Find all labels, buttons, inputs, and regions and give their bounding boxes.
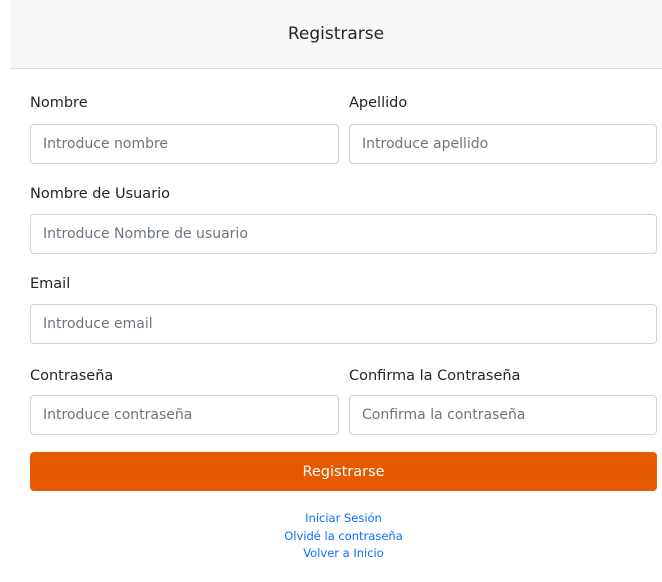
first-name-label: Nombre xyxy=(30,95,88,111)
last-name-label: Apellido xyxy=(349,95,408,111)
password-label: Contraseña xyxy=(30,368,114,384)
page-title: Registrarse xyxy=(287,24,385,44)
back-home-link[interactable]: Volver a Inicio xyxy=(30,545,657,563)
confirm-password-label: Confirma la Contraseña xyxy=(349,368,521,384)
password-input[interactable] xyxy=(30,395,339,435)
email-label: Email xyxy=(30,276,71,292)
email-input[interactable] xyxy=(30,304,657,344)
card-header: Registrarse xyxy=(10,0,662,69)
register-button[interactable]: Registrarse xyxy=(30,452,657,491)
register-card: Registrarse Nombre Apellido Nombre de Us… xyxy=(0,0,662,582)
forgot-password-link[interactable]: Olvidé la contraseña xyxy=(30,528,657,546)
footer-links: Iniciar Sesión Olvidé la contraseña Volv… xyxy=(30,510,657,563)
login-link[interactable]: Iniciar Sesión xyxy=(30,510,657,528)
username-input[interactable] xyxy=(30,214,657,254)
last-name-input[interactable] xyxy=(349,124,657,164)
first-name-input[interactable] xyxy=(30,124,339,164)
username-label: Nombre de Usuario xyxy=(30,186,171,202)
confirm-password-input[interactable] xyxy=(349,395,657,435)
